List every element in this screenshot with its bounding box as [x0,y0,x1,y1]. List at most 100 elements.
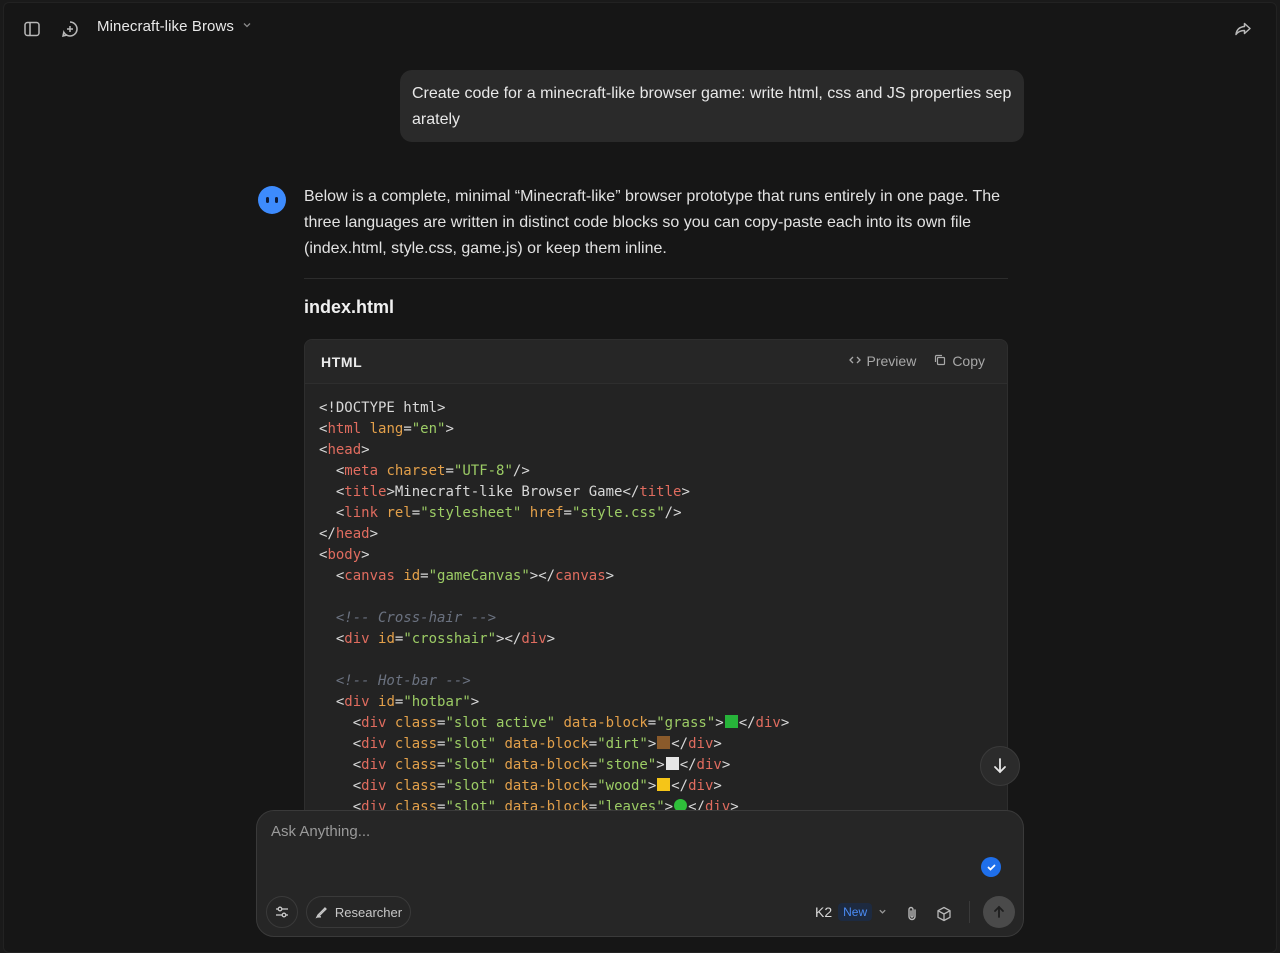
code-token: < [319,736,362,752]
code-token: > [647,778,657,794]
code-line: <canvas id="gameCanvas"></canvas> [319,566,993,587]
sidebar-toggle-icon[interactable] [18,15,46,43]
message-input[interactable] [271,823,971,863]
code-token: link [344,505,379,521]
code-token: = [403,421,412,437]
code-line: <meta charset="UTF-8"/> [319,461,993,482]
new-chat-icon[interactable] [56,15,84,43]
code-token: id [403,568,421,584]
code-token: = [588,778,598,794]
block-swatch-icon [724,715,738,728]
copy-label: Copy [952,353,985,369]
code-token: > [780,715,790,731]
divider [304,278,1008,279]
code-language-label: HTML [321,353,363,370]
code-token: lang [369,421,404,437]
code-token: = [588,736,598,752]
code-line: </head> [319,524,993,545]
code-token: </ [671,736,689,752]
section-heading: index.html [304,297,395,317]
code-line: <title>Minecraft-like Browser Game</titl… [319,482,993,503]
code-token: < [319,778,362,794]
code-line: <head> [319,440,993,461]
chevron-down-icon [878,907,887,918]
code-token: = [647,715,657,731]
model-selector[interactable]: K2 New [815,903,887,921]
code-token: body [327,547,362,563]
code-token: < [319,694,345,710]
code-token: id [378,694,395,710]
new-badge: New [838,903,873,921]
code-token: > [647,736,657,752]
code-token: < [319,715,362,731]
cube-icon[interactable] [934,904,954,924]
code-token: < [319,631,345,647]
code-token: div [696,757,722,773]
block-swatch-icon [657,778,671,791]
code-token: canvas [555,568,606,584]
code-line: <!DOCTYPE html> [319,398,993,419]
code-token: meta [344,463,379,479]
code-block: HTML Preview Copy <!DOCTYPE html> < html l… [304,339,1008,819]
preview-button[interactable]: Preview [848,353,917,369]
code-token: html [327,421,362,437]
code-token: > [715,715,724,731]
assistant-message: Below is a complete, minimal “Minecraft-… [304,188,1001,257]
code-token: < [319,757,362,773]
researcher-label: Researcher [334,904,403,920]
code-token: "gameCanvas" [428,568,530,584]
divider [969,901,970,923]
code-line: <div class="slot" data-block="dirt"> </di… [319,734,993,755]
copy-button[interactable]: Copy [934,353,985,369]
block-swatch-icon [657,736,671,749]
code-line: <div id="hotbar"> [319,692,993,713]
model-name: K2 [815,904,833,920]
attach-icon[interactable] [902,904,922,924]
code-token: div [521,631,547,647]
settings-sliders-button[interactable] [266,896,298,928]
code-token: = [588,757,598,773]
code-token: "hotbar" [403,694,471,710]
code-token: data-block [563,715,648,731]
code-token: title [639,484,682,500]
send-button[interactable] [983,896,1015,928]
code-line: <div id="crosshair"></div> [319,629,993,650]
code-token: "slot" [445,778,497,794]
code-token: div [344,694,370,710]
composer: Researcher K2 New [256,810,1024,937]
code-token: < [319,463,345,479]
code-token: > [605,568,615,584]
code-token: class [394,757,438,773]
code-token: <!DOCTYPE html> [319,400,446,416]
code-token: "stylesheet" [420,505,522,521]
chat-title-dropdown[interactable]: Minecraft-like Brows [97,18,252,35]
code-token: = [420,568,429,584]
preview-label: Preview [866,353,917,369]
assistant-avatar [258,186,286,214]
code-token: head [335,526,370,542]
scroll-down-button[interactable] [980,746,1020,786]
code-token: div [361,736,387,752]
code-token: <!-- Hot-bar --> [319,673,471,689]
share-icon[interactable] [1229,15,1257,43]
code-token: div [361,778,387,794]
code-token: data-block [504,757,589,773]
code-line: <!-- Cross-hair --> [319,608,993,629]
code-token: "en" [411,421,446,437]
avatar-eye [266,197,269,203]
code-token: = [563,505,572,521]
code-token: "slot" [445,736,497,752]
code-token: > [713,736,722,752]
code-token: = [445,463,454,479]
code-token: < [319,568,345,584]
code-line: <div class="slot active" data-block="gra… [319,713,993,734]
check-circle-icon [981,857,1001,877]
code-token: "dirt" [597,736,648,752]
code-token: </ [671,778,689,794]
researcher-button[interactable]: Researcher [306,896,411,928]
code-token: div [361,715,387,731]
code-token: class [394,778,438,794]
